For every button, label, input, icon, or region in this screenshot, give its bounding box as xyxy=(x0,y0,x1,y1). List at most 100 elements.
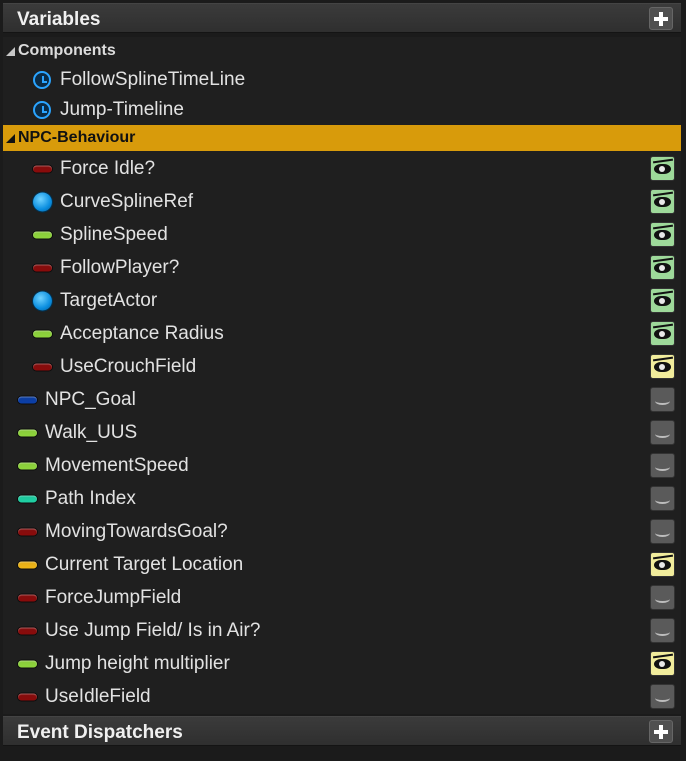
eye-icon xyxy=(654,197,671,207)
object-ref-icon xyxy=(33,291,52,310)
variable-name: TargetActor xyxy=(60,290,158,311)
byte-pin-icon xyxy=(18,396,37,403)
visibility-toggle-closed-eye-icon[interactable] xyxy=(650,486,675,511)
visibility-toggle-eye-icon[interactable] xyxy=(650,321,675,346)
variable-row[interactable]: Path Index xyxy=(3,482,681,515)
variable-row[interactable]: Acceptance Radius xyxy=(3,317,681,350)
visibility-toggle-eye-icon[interactable] xyxy=(650,354,675,379)
eye-icon xyxy=(654,230,671,240)
visibility-toggle-closed-eye-icon[interactable] xyxy=(650,585,675,610)
variable-row[interactable]: TargetActor xyxy=(3,284,681,317)
eyelash-icon xyxy=(652,158,674,164)
eye-icon xyxy=(654,659,671,669)
expand-arrow-icon[interactable] xyxy=(6,46,15,56)
variable-name: Use Jump Field/ Is in Air? xyxy=(45,620,261,641)
variable-name: Path Index xyxy=(45,488,136,509)
variable-name: Jump-Timeline xyxy=(60,99,184,120)
closed-eye-icon xyxy=(655,463,670,471)
add-variable-button[interactable] xyxy=(649,7,673,30)
boolean-pin-icon xyxy=(18,528,37,535)
visibility-toggle-eye-icon[interactable] xyxy=(650,189,675,214)
eyelash-icon xyxy=(652,653,674,659)
closed-eye-icon xyxy=(655,430,670,438)
variable-name: UseIdleField xyxy=(45,686,151,707)
variable-row[interactable]: FollowSplineTimeLine xyxy=(3,63,681,96)
variable-row[interactable]: UseIdleField xyxy=(3,680,681,713)
add-event-dispatcher-button[interactable] xyxy=(649,720,673,743)
eyelash-icon xyxy=(652,323,674,329)
timeline-icon xyxy=(33,100,51,119)
visibility-toggle-eye-icon[interactable] xyxy=(650,222,675,247)
float-pin-icon xyxy=(18,429,37,436)
category-label: Components xyxy=(18,42,116,59)
expand-arrow-icon[interactable] xyxy=(6,133,15,143)
variable-row[interactable]: CurveSplineRef xyxy=(3,185,681,218)
my-blueprint-panel: Variables Components FollowSplineTimeLin… xyxy=(0,0,686,761)
variables-section-header[interactable]: Variables xyxy=(3,3,681,33)
variable-row[interactable]: Force Idle? xyxy=(3,152,681,185)
closed-eye-icon xyxy=(655,496,670,504)
category-label: NPC-Behaviour xyxy=(18,129,136,146)
variable-name: CurveSplineRef xyxy=(60,191,194,212)
integer-pin-icon xyxy=(18,495,37,502)
variable-name: Jump height multiplier xyxy=(45,653,230,674)
boolean-pin-icon xyxy=(33,264,52,271)
object-ref-icon xyxy=(33,192,52,211)
eyelash-icon xyxy=(652,290,674,296)
float-pin-icon xyxy=(33,330,52,337)
variable-row[interactable]: Use Jump Field/ Is in Air? xyxy=(3,614,681,647)
visibility-toggle-eye-icon[interactable] xyxy=(650,552,675,577)
variable-row[interactable]: Walk_UUS xyxy=(3,416,681,449)
eye-icon xyxy=(654,296,671,306)
category-components[interactable]: Components xyxy=(3,38,681,64)
float-pin-icon xyxy=(33,231,52,238)
variable-row[interactable]: FollowPlayer? xyxy=(3,251,681,284)
eye-icon xyxy=(654,164,671,174)
visibility-toggle-closed-eye-icon[interactable] xyxy=(650,519,675,544)
variable-row[interactable]: MovingTowardsGoal? xyxy=(3,515,681,548)
variable-name: NPC_Goal xyxy=(45,389,136,410)
variable-name: Acceptance Radius xyxy=(60,323,224,344)
closed-eye-icon xyxy=(655,397,670,405)
closed-eye-icon xyxy=(655,529,670,537)
visibility-toggle-eye-icon[interactable] xyxy=(650,288,675,313)
eye-icon xyxy=(654,362,671,372)
variable-name: Current Target Location xyxy=(45,554,244,575)
visibility-toggle-eye-icon[interactable] xyxy=(650,255,675,280)
eyelash-icon xyxy=(652,356,674,362)
variable-row[interactable]: ForceJumpField xyxy=(3,581,681,614)
boolean-pin-icon xyxy=(33,363,52,370)
boolean-pin-icon xyxy=(18,627,37,634)
visibility-toggle-closed-eye-icon[interactable] xyxy=(650,453,675,478)
visibility-toggle-closed-eye-icon[interactable] xyxy=(650,387,675,412)
variable-row[interactable]: NPC_Goal xyxy=(3,383,681,416)
variable-name: ForceJumpField xyxy=(45,587,182,608)
visibility-toggle-closed-eye-icon[interactable] xyxy=(650,684,675,709)
event-dispatchers-section-header[interactable]: Event Dispatchers xyxy=(3,716,681,746)
variables-section-title: Variables xyxy=(17,9,101,30)
variable-row[interactable]: Jump-Timeline xyxy=(3,93,681,126)
category-npc-behaviour[interactable]: NPC-Behaviour xyxy=(3,125,681,151)
eyelash-icon xyxy=(652,257,674,263)
visibility-toggle-eye-icon[interactable] xyxy=(650,156,675,181)
visibility-toggle-eye-icon[interactable] xyxy=(650,651,675,676)
visibility-toggle-closed-eye-icon[interactable] xyxy=(650,618,675,643)
variable-name: FollowSplineTimeLine xyxy=(60,69,246,90)
closed-eye-icon xyxy=(655,595,670,603)
closed-eye-icon xyxy=(655,694,670,702)
variable-name: FollowPlayer? xyxy=(60,257,180,278)
variable-name: Force Idle? xyxy=(60,158,156,179)
eye-icon xyxy=(654,560,671,570)
variable-row[interactable]: SplineSpeed xyxy=(3,218,681,251)
variable-row[interactable]: UseCrouchField xyxy=(3,350,681,383)
eyelash-icon xyxy=(652,554,674,560)
eyelash-icon xyxy=(652,224,674,230)
timeline-icon xyxy=(33,70,51,89)
variable-row[interactable]: Jump height multiplier xyxy=(3,647,681,680)
variable-row[interactable]: Current Target Location xyxy=(3,548,681,581)
float-pin-icon xyxy=(18,462,37,469)
variable-row[interactable]: MovementSpeed xyxy=(3,449,681,482)
boolean-pin-icon xyxy=(18,594,37,601)
visibility-toggle-closed-eye-icon[interactable] xyxy=(650,420,675,445)
variable-name: MovingTowardsGoal? xyxy=(45,521,228,542)
